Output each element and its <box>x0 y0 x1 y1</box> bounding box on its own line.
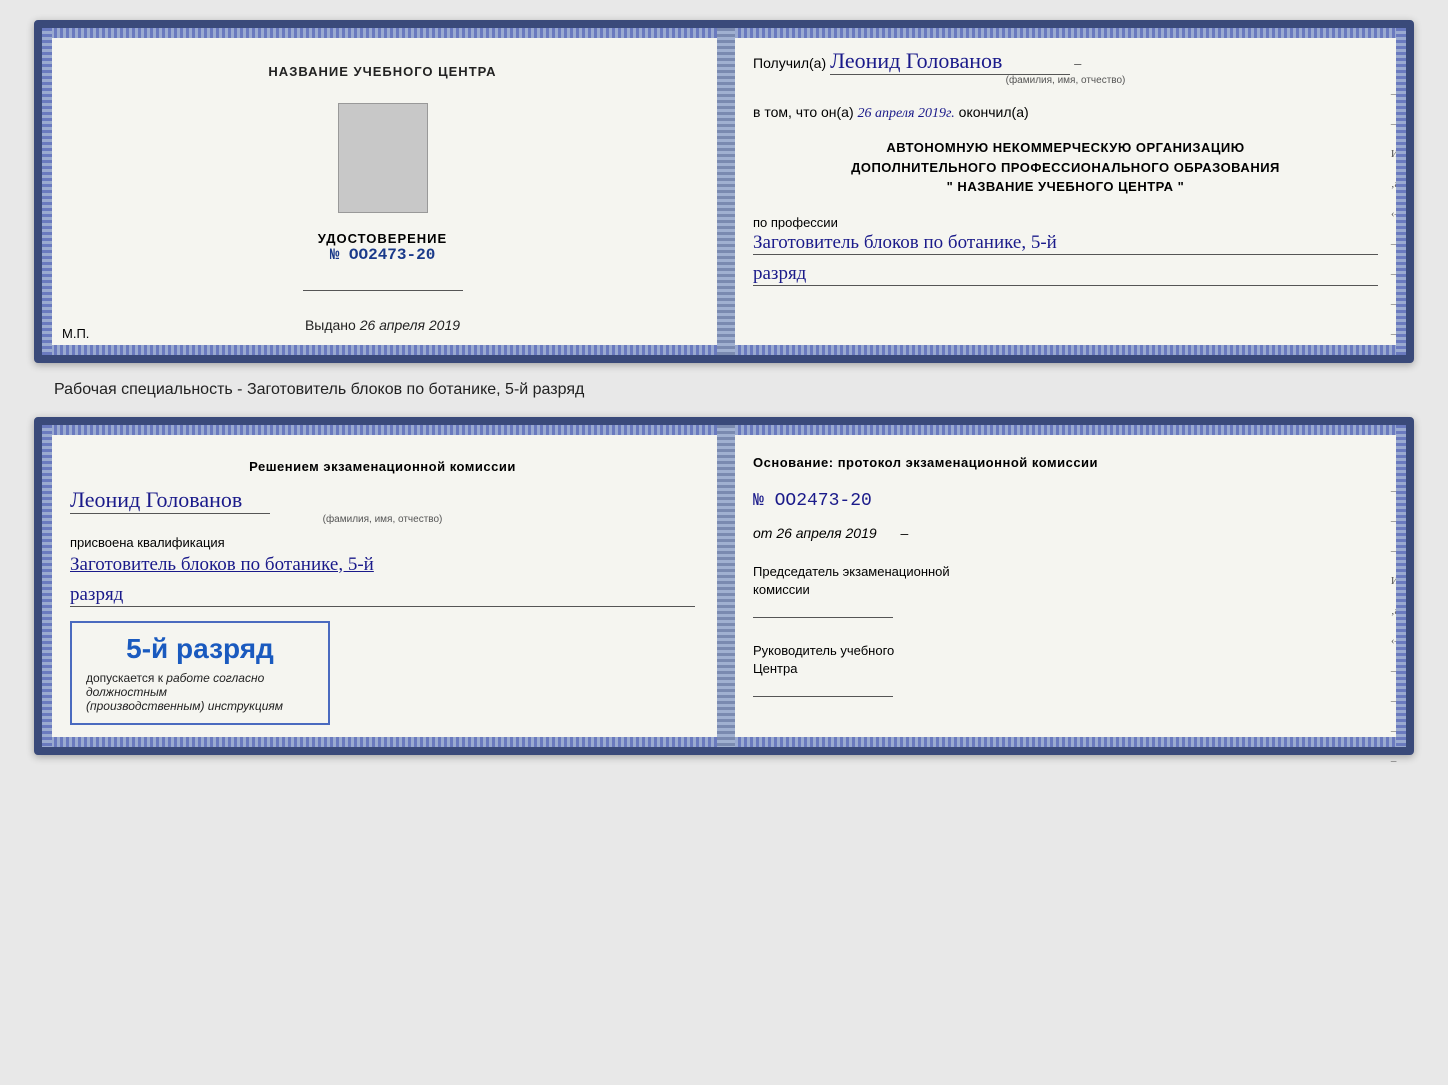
bottom-document: Решением экзаменационной комиссии Леонид… <box>34 417 1414 755</box>
rukovoditel-block: Руководитель учебного Центра <box>753 642 1378 697</box>
mp-label: М.П. <box>62 326 89 341</box>
rukovoditel-sign-line <box>753 696 893 697</box>
bottom-doc-right-panel: Основание: протокол экзаменационной коми… <box>725 425 1406 747</box>
udostoverenie-block: УДОСТОВЕРЕНИЕ № OO2473-20 <box>318 231 447 264</box>
dopuskaetsya-label: допускается к <box>86 671 163 685</box>
bottom-right-border <box>1396 425 1406 747</box>
chairman-sign-line <box>753 617 893 618</box>
protocol-number: № OO2473-20 <box>753 491 1378 511</box>
udostoverenie-title: УДОСТОВЕРЕНИЕ <box>318 231 447 246</box>
bottom-name-block: Леонид Голованов (фамилия, имя, отчество… <box>70 483 695 525</box>
chairman-line1: Председатель экзаменационной <box>753 563 1378 581</box>
profession-handwritten: Заготовитель блоков по ботанике, 5-й <box>753 232 1378 255</box>
vydano-line: Выдано 26 апреля 2019 <box>305 317 460 333</box>
rukovoditel-line1: Руководитель учебного <box>753 642 1378 660</box>
vydano-label: Выдано <box>305 317 356 333</box>
poluchil-block: Получил(а) Леонид Голованов – (фамилия, … <box>753 48 1378 86</box>
chairman-line2: комиссии <box>753 581 1378 599</box>
org-line3: " НАЗВАНИЕ УЧЕБНОГО ЦЕНТРА " <box>753 177 1378 197</box>
instructions-text: (производственным) инструкциям <box>86 699 314 713</box>
chairman-block: Председатель экзаменационной комиссии <box>753 563 1378 618</box>
vtom-date: 26 апреля 2019г. <box>858 106 955 121</box>
ot-date-line: от 26 апреля 2019 – <box>753 525 1378 541</box>
vtom-prefix: в том, что он(а) <box>753 104 854 120</box>
bottom-fio-small: (фамилия, имя, отчество) <box>70 514 695 525</box>
qualification-handwritten: Заготовитель блоков по ботанике, 5-й <box>70 554 695 576</box>
org-block: АВТОНОМНУЮ НЕКОММЕРЧЕСКУЮ ОРГАНИЗАЦИЮ ДО… <box>753 138 1378 197</box>
razryad-handwritten: разряд <box>753 263 1378 286</box>
subtitle: Рабочая специальность - Заготовитель бло… <box>54 381 584 399</box>
top-document: НАЗВАНИЕ УЧЕБНОГО ЦЕНТРА УДОСТОВЕРЕНИЕ №… <box>34 20 1414 363</box>
top-left-title: НАЗВАНИЕ УЧЕБНОГО ЦЕНТРА <box>268 64 496 79</box>
right-border-decoration <box>1396 28 1406 355</box>
prisvoena-text: присвоена квалификация <box>70 535 695 550</box>
recipient-name: Леонид Голованов <box>830 48 1070 75</box>
resheniyem-text: Решением экзаменационной комиссии <box>70 457 695 477</box>
top-doc-left-panel: НАЗВАНИЕ УЧЕБНОГО ЦЕНТРА УДОСТОВЕРЕНИЕ №… <box>42 28 725 355</box>
bottom-razryad: разряд <box>70 584 695 607</box>
po-professii-text: по профессии <box>753 215 838 230</box>
udostoverenie-number: № OO2473-20 <box>318 246 447 264</box>
stamp-допускается: допускается к работе согласно должностны… <box>86 671 314 713</box>
poluchil-prefix: Получил(а) <box>753 55 826 71</box>
top-doc-right-panel: Получил(а) Леонид Голованов – (фамилия, … <box>725 28 1406 355</box>
bottom-doc-left-panel: Решением экзаменационной комиссии Леонид… <box>42 425 725 747</box>
stamp-rank: 5-й разряд <box>86 633 314 665</box>
okonchil-label: окончил(а) <box>959 104 1029 120</box>
po-professii-label: по профессии Заготовитель блоков по бота… <box>753 215 1378 286</box>
ot-label: от <box>753 525 772 541</box>
fio-small-label: (фамилия, имя, отчество) <box>753 75 1378 86</box>
signature-line <box>303 290 463 291</box>
ot-date-value: 26 апреля 2019 <box>776 525 876 541</box>
ot-dash: – <box>901 525 909 541</box>
org-line2: ДОПОЛНИТЕЛЬНОГО ПРОФЕССИОНАЛЬНОГО ОБРАЗО… <box>753 158 1378 178</box>
bottom-recipient-name: Леонид Голованов <box>70 487 270 514</box>
rukovoditel-line2: Центра <box>753 660 1378 678</box>
org-line1: АВТОНОМНУЮ НЕКОММЕРЧЕСКУЮ ОРГАНИЗАЦИЮ <box>753 138 1378 158</box>
osnovanie-text: Основание: протокол экзаменационной коми… <box>753 453 1378 473</box>
stamp-box: 5-й разряд допускается к работе согласно… <box>70 621 330 725</box>
vydano-date: 26 апреля 2019 <box>360 317 460 333</box>
vtom-line: в том, что он(а) 26 апреля 2019г. окончи… <box>753 104 1378 122</box>
photo-placeholder <box>338 103 428 213</box>
